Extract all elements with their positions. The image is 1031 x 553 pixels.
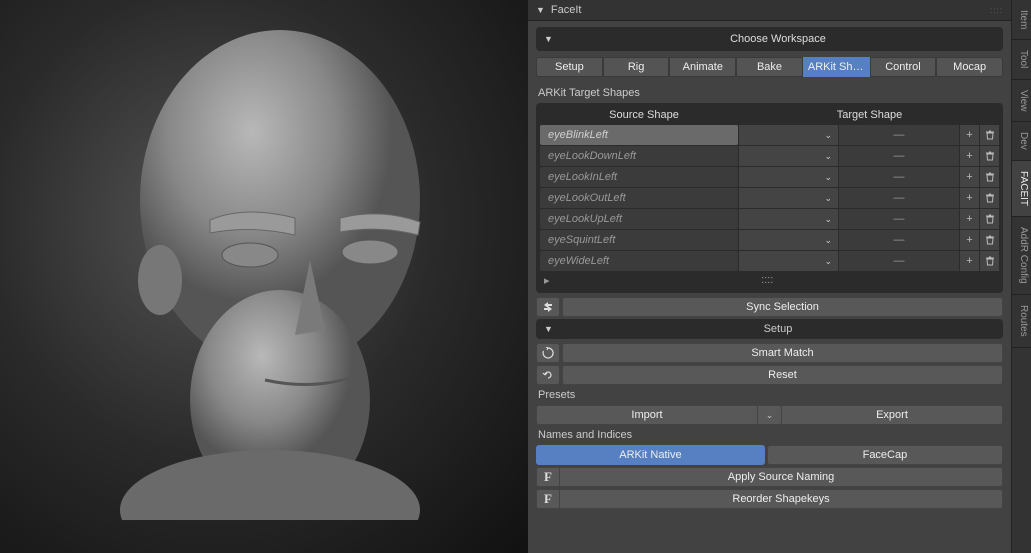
side-tab-dev[interactable]: Dev — [1012, 122, 1031, 161]
chevron-down-icon: ▼ — [544, 34, 553, 44]
workspace-dropdown[interactable]: ▼ Choose Workspace — [536, 27, 1003, 51]
delete-button[interactable] — [979, 146, 999, 166]
add-button[interactable]: + — [959, 230, 979, 250]
shape-row[interactable]: eyeSquintLeft⌄—+ — [540, 230, 999, 250]
tab-setup[interactable]: Setup — [536, 57, 603, 77]
import-dropdown-icon[interactable]: ⌄ — [758, 405, 782, 425]
target-dropdown[interactable]: ⌄ — [738, 167, 838, 187]
source-shape-name: eyeLookDownLeft — [540, 146, 738, 166]
shape-row[interactable]: eyeLookDownLeft⌄—+ — [540, 146, 999, 166]
arkit-native-button[interactable]: ARKit Native — [536, 445, 765, 465]
undo-icon-button[interactable] — [536, 365, 560, 385]
delete-button[interactable] — [979, 125, 999, 145]
panel-header[interactable]: ▼ FaceIt :::: — [528, 0, 1011, 21]
section-title: ARKit Target Shapes — [538, 87, 1003, 99]
source-header: Source Shape — [544, 109, 744, 121]
source-shape-name: eyeSquintLeft — [540, 230, 738, 250]
add-button[interactable]: + — [959, 146, 979, 166]
shape-row[interactable]: eyeLookUpLeft⌄—+ — [540, 209, 999, 229]
reset-button[interactable]: Reset — [562, 365, 1003, 385]
tab-arkitshap[interactable]: ARKit Shap… — [803, 57, 870, 77]
tab-bake[interactable]: Bake — [736, 57, 803, 77]
add-button[interactable]: + — [959, 167, 979, 187]
side-tab-item[interactable]: Item — [1012, 0, 1031, 40]
source-shape-name: eyeLookUpLeft — [540, 209, 738, 229]
refresh-icon-button[interactable] — [536, 343, 560, 363]
target-empty: — — [838, 230, 959, 250]
side-tab-view[interactable]: View — [1012, 80, 1031, 123]
shape-row[interactable]: eyeWideLeft⌄—+ — [540, 251, 999, 271]
target-empty: — — [838, 251, 959, 271]
target-header: Target Shape — [744, 109, 995, 121]
target-dropdown[interactable]: ⌄ — [738, 125, 838, 145]
apply-naming-button[interactable]: Apply Source Naming — [560, 467, 1003, 487]
shape-row[interactable]: eyeLookOutLeft⌄—+ — [540, 188, 999, 208]
source-shape-name: eyeLookOutLeft — [540, 188, 738, 208]
export-button[interactable]: Export — [782, 405, 1003, 425]
head-model — [80, 20, 460, 520]
delete-button[interactable] — [979, 230, 999, 250]
tab-mocap[interactable]: Mocap — [936, 57, 1003, 77]
reorder-button[interactable]: Reorder Shapekeys — [560, 489, 1003, 509]
target-dropdown[interactable]: ⌄ — [738, 230, 838, 250]
add-button[interactable]: + — [959, 209, 979, 229]
tab-control[interactable]: Control — [870, 57, 937, 77]
import-button[interactable]: Import — [536, 405, 758, 425]
target-dropdown[interactable]: ⌄ — [738, 209, 838, 229]
add-button[interactable]: + — [959, 125, 979, 145]
grip-icon[interactable]: :::: — [761, 274, 773, 287]
sync-selection-button[interactable]: Sync Selection — [562, 297, 1003, 317]
expand-icon[interactable]: ▸ — [544, 274, 550, 287]
smart-match-button[interactable]: Smart Match — [562, 343, 1003, 363]
source-shape-name: eyeBlinkLeft — [540, 125, 738, 145]
side-tab-tool[interactable]: Tool — [1012, 40, 1031, 79]
target-empty: — — [838, 209, 959, 229]
source-shape-name: eyeWideLeft — [540, 251, 738, 271]
workspace-tabs: SetupRigAnimateBakeARKit Shap…ControlMoc… — [536, 57, 1003, 77]
target-dropdown[interactable]: ⌄ — [738, 188, 838, 208]
chevron-down-icon: ▼ — [544, 324, 553, 334]
delete-button[interactable] — [979, 251, 999, 271]
delete-button[interactable] — [979, 209, 999, 229]
delete-button[interactable] — [979, 167, 999, 187]
font-icon: F — [536, 467, 560, 487]
tab-rig[interactable]: Rig — [603, 57, 670, 77]
source-shape-name: eyeLookInLeft — [540, 167, 738, 187]
target-dropdown[interactable]: ⌄ — [738, 251, 838, 271]
target-empty: — — [838, 167, 959, 187]
tab-animate[interactable]: Animate — [669, 57, 736, 77]
panel-title: FaceIt — [551, 4, 582, 16]
add-button[interactable]: + — [959, 188, 979, 208]
sync-icon-button[interactable] — [536, 297, 560, 317]
add-button[interactable]: + — [959, 251, 979, 271]
target-empty: — — [838, 188, 959, 208]
facecap-button[interactable]: FaceCap — [767, 445, 1003, 465]
setup-section-header[interactable]: ▼ Setup — [536, 319, 1003, 339]
delete-button[interactable] — [979, 188, 999, 208]
target-dropdown[interactable]: ⌄ — [738, 146, 838, 166]
faceit-panel: ▼ FaceIt :::: ▼ Choose Workspace SetupRi… — [528, 0, 1011, 553]
grip-icon[interactable]: :::: — [990, 6, 1003, 15]
presets-label: Presets — [538, 389, 1003, 401]
shape-row[interactable]: eyeBlinkLeft⌄—+ — [540, 125, 999, 145]
shapes-list: Source Shape Target Shape eyeBlinkLeft⌄—… — [536, 103, 1003, 293]
collapse-icon[interactable]: ▼ — [536, 5, 545, 15]
side-tabs: ItemToolViewDevFACEITAddR ConfigRoutes — [1011, 0, 1031, 553]
side-tab-routes[interactable]: Routes — [1012, 295, 1031, 348]
target-empty: — — [838, 125, 959, 145]
font-icon: F — [536, 489, 560, 509]
target-empty: — — [838, 146, 959, 166]
shape-row[interactable]: eyeLookInLeft⌄—+ — [540, 167, 999, 187]
side-tab-faceit[interactable]: FACEIT — [1012, 161, 1031, 217]
viewport-3d[interactable] — [0, 0, 528, 553]
side-tab-addrconfig[interactable]: AddR Config — [1012, 217, 1031, 295]
names-label: Names and Indices — [538, 429, 1003, 441]
